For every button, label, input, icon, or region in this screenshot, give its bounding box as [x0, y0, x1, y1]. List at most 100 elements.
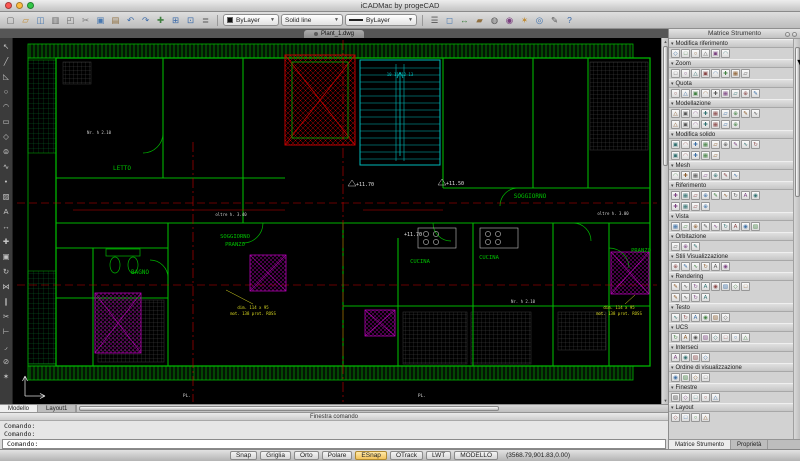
tool-icon[interactable]: ▨ — [681, 373, 690, 382]
tool-icon[interactable]: ∿ — [681, 282, 690, 291]
canvas-vertical-scrollbar[interactable]: ▲ ▼ — [661, 38, 668, 404]
tool-icon[interactable]: ◠ — [691, 120, 700, 129]
tool-icon[interactable]: ✎ — [701, 222, 710, 231]
hatch-icon[interactable]: ▨ — [1, 191, 12, 202]
tool-icon[interactable]: ▨ — [701, 333, 710, 342]
rectangle-icon[interactable]: ▭ — [1, 116, 12, 127]
palette-section-testo[interactable]: ▾Testo — [669, 303, 793, 312]
status-toggle-griglia[interactable]: Griglia — [260, 451, 291, 460]
tool-icon[interactable]: ✎ — [721, 171, 730, 180]
properties-icon[interactable]: ☰ — [428, 14, 441, 27]
trim-icon[interactable]: ✂ — [1, 311, 12, 322]
palette-section-quota[interactable]: ▾Quota — [669, 79, 793, 88]
plot-preview-icon[interactable]: ◰ — [64, 14, 77, 27]
copy-icon[interactable]: ▣ — [1, 251, 12, 262]
explode-icon[interactable]: ✶ — [1, 371, 12, 382]
tool-icon[interactable]: ▦ — [701, 140, 710, 149]
tool-icon[interactable]: ○ — [671, 89, 680, 98]
area-icon[interactable]: ▰ — [473, 14, 486, 27]
tool-icon[interactable]: ▱ — [691, 191, 700, 200]
tool-icon[interactable]: ◠ — [701, 89, 710, 98]
status-toggle-esnap[interactable]: ESnap — [355, 451, 387, 460]
palette-section-modifica-riferimento[interactable]: ▾Modifica riferimento — [669, 39, 793, 48]
tool-icon[interactable]: ◉ — [681, 353, 690, 362]
palette-section-ordine-di-visualizzazione[interactable]: ▾Ordine di visualizzazione — [669, 363, 793, 372]
tool-icon[interactable]: ▣ — [701, 69, 710, 78]
tool-icon[interactable]: ○ — [701, 393, 710, 402]
tool-icon[interactable]: ▣ — [681, 120, 690, 129]
tool-icon[interactable]: ◇ — [681, 393, 690, 402]
tool-icon[interactable]: ▦ — [711, 109, 720, 118]
palette-section-ucs[interactable]: ▾UCS — [669, 323, 793, 332]
tool-icon[interactable]: ◇ — [671, 49, 680, 58]
pan-icon[interactable]: ✚ — [154, 14, 167, 27]
palette-section-layout[interactable]: ▾Layout — [669, 403, 793, 412]
tool-icon[interactable]: ▦ — [701, 151, 710, 160]
tool-icon[interactable]: ◉ — [741, 222, 750, 231]
scroll-up-icon[interactable]: ▲ — [662, 39, 669, 44]
tool-icon[interactable]: A — [701, 293, 710, 302]
tool-icon[interactable]: ▱ — [721, 120, 730, 129]
tool-icon[interactable]: ⊕ — [731, 109, 740, 118]
tool-icon[interactable]: △ — [671, 109, 680, 118]
tool-icon[interactable]: □ — [701, 373, 710, 382]
tool-icon[interactable]: ↻ — [701, 262, 710, 271]
tool-icon[interactable]: ∿ — [721, 191, 730, 200]
tool-icon[interactable]: A — [701, 282, 710, 291]
tool-icon[interactable]: ✚ — [691, 140, 700, 149]
palette-tab-propriet[interactable]: Proprietà — [731, 440, 768, 449]
tool-icon[interactable]: ▱ — [671, 242, 680, 251]
tool-icon[interactable]: ◠ — [711, 69, 720, 78]
move-icon[interactable]: ✚ — [1, 236, 12, 247]
tool-icon[interactable]: ○ — [731, 333, 740, 342]
tool-icon[interactable]: ◉ — [721, 262, 730, 271]
copy-clip-icon[interactable]: ▣ — [94, 14, 107, 27]
palette-section-orbitazione[interactable]: ▾Orbitazione — [669, 232, 793, 241]
print-icon[interactable]: ▥ — [49, 14, 62, 27]
tool-icon[interactable]: ∿ — [741, 140, 750, 149]
tool-icon[interactable]: ▨ — [691, 353, 700, 362]
tool-icon[interactable]: ∿ — [681, 293, 690, 302]
tool-icon[interactable]: ✚ — [671, 191, 680, 200]
render-icon[interactable]: ◍ — [488, 14, 501, 27]
tool-icon[interactable]: ▱ — [721, 109, 730, 118]
scrollbar-thumb[interactable] — [79, 406, 499, 411]
tool-icon[interactable]: ✎ — [681, 262, 690, 271]
tool-icon[interactable]: ○ — [691, 413, 700, 422]
select-icon[interactable]: ↖ — [1, 41, 12, 52]
tool-icon[interactable]: ◠ — [681, 151, 690, 160]
tool-icon[interactable]: ✚ — [671, 202, 680, 211]
tool-icon[interactable]: △ — [681, 89, 690, 98]
save-file-icon[interactable]: ◫ — [34, 14, 47, 27]
extend-icon[interactable]: ⊢ — [1, 326, 12, 337]
tool-icon[interactable]: ◠ — [681, 140, 690, 149]
tool-icon[interactable]: ◇ — [711, 333, 720, 342]
paste-icon[interactable]: ▤ — [109, 14, 122, 27]
canvas-horizontal-scrollbar[interactable] — [76, 405, 668, 412]
open-file-icon[interactable]: ▱ — [19, 14, 32, 27]
tool-icon[interactable]: ▣ — [691, 89, 700, 98]
tool-icon[interactable]: ✎ — [711, 191, 720, 200]
erase-icon[interactable]: ⊘ — [1, 356, 12, 367]
tool-icon[interactable]: △ — [741, 333, 750, 342]
status-toggle-polare[interactable]: Polare — [322, 451, 353, 460]
palette-section-riferimento[interactable]: ▾Riferimento — [669, 181, 793, 190]
tool-icon[interactable]: □ — [691, 393, 700, 402]
panel-collapse-icon[interactable] — [785, 32, 790, 37]
tool-icon[interactable]: ∿ — [751, 109, 760, 118]
tool-icon[interactable]: ◇ — [731, 282, 740, 291]
tool-icon[interactable]: ⊕ — [731, 120, 740, 129]
tool-icon[interactable]: □ — [741, 282, 750, 291]
scroll-down-icon[interactable]: ▼ — [662, 398, 669, 403]
status-toggle-otrack[interactable]: OTrack — [390, 451, 423, 460]
scroll-down-icon[interactable]: ▼ — [794, 56, 800, 74]
tool-icon[interactable]: ▦ — [681, 202, 690, 211]
tool-icon[interactable]: ▦ — [691, 171, 700, 180]
tool-icon[interactable]: ▦ — [721, 89, 730, 98]
tool-icon[interactable]: △ — [691, 69, 700, 78]
tool-icon[interactable]: ✚ — [721, 69, 730, 78]
tool-icon[interactable]: ⊕ — [721, 140, 730, 149]
new-file-icon[interactable]: ▢ — [4, 14, 17, 27]
circle-icon[interactable]: ○ — [1, 86, 12, 97]
tool-icon[interactable]: ◇ — [721, 313, 730, 322]
